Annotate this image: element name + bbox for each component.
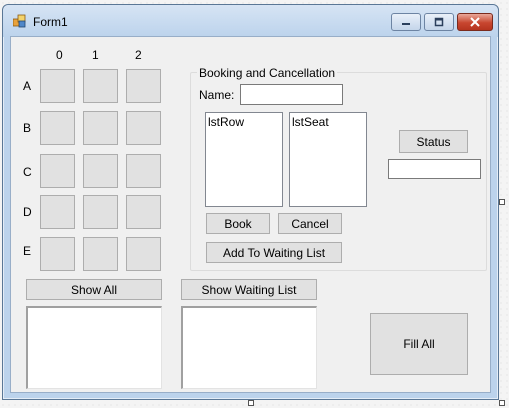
cancel-button[interactable]: Cancel	[278, 213, 342, 234]
app-icon	[13, 14, 26, 28]
row-listbox[interactable]: lstRow	[205, 112, 283, 207]
seat-e1-button[interactable]	[83, 237, 118, 271]
minimize-icon	[402, 23, 410, 25]
row-label-a: A	[23, 79, 32, 93]
name-input[interactable]	[240, 84, 343, 105]
seat-c2-button[interactable]	[126, 154, 161, 188]
show-waiting-list-button[interactable]: Show Waiting List	[181, 279, 317, 300]
close-button[interactable]	[457, 13, 493, 31]
seat-d2-button[interactable]	[126, 195, 161, 229]
status-output[interactable]	[388, 159, 481, 179]
seat-b2-button[interactable]	[126, 111, 161, 145]
seat-c1-button[interactable]	[83, 154, 118, 188]
show-all-output-box[interactable]	[26, 306, 162, 389]
column-label-2: 2	[135, 48, 142, 62]
row-listbox-item[interactable]: lstRow	[208, 115, 280, 129]
seat-b0-button[interactable]	[40, 111, 75, 145]
name-label: Name:	[199, 88, 235, 102]
seat-e0-button[interactable]	[40, 237, 75, 271]
resize-handle-corner[interactable]	[499, 400, 505, 406]
status-button[interactable]: Status	[399, 130, 468, 153]
restore-icon	[434, 17, 444, 27]
show-all-button[interactable]: Show All	[26, 279, 162, 300]
seat-d1-button[interactable]	[83, 195, 118, 229]
form-window: Form1 0 1 2 A B C D E Booking and Cancel…	[2, 4, 499, 400]
seat-listbox-item[interactable]: lstSeat	[292, 115, 364, 129]
form-client-area: 0 1 2 A B C D E Booking and Cancellation…	[10, 36, 491, 393]
seat-a2-button[interactable]	[126, 69, 161, 103]
restore-button[interactable]	[424, 13, 454, 31]
seat-listbox[interactable]: lstSeat	[289, 112, 367, 207]
booking-group-caption: Booking and Cancellation	[197, 66, 338, 80]
resize-handle-bottom[interactable]	[248, 400, 254, 406]
seat-b1-button[interactable]	[83, 111, 118, 145]
seat-a1-button[interactable]	[83, 69, 118, 103]
book-button[interactable]: Book	[206, 213, 270, 234]
waiting-list-output-box[interactable]	[181, 306, 317, 389]
seat-e2-button[interactable]	[126, 237, 161, 271]
fill-all-button[interactable]: Fill All	[370, 313, 468, 375]
row-label-e: E	[23, 244, 32, 258]
window-title: Form1	[33, 15, 68, 29]
row-label-d: D	[23, 205, 32, 219]
close-icon	[470, 17, 480, 27]
seat-a0-button[interactable]	[40, 69, 75, 103]
seat-d0-button[interactable]	[40, 195, 75, 229]
column-label-1: 1	[92, 48, 99, 62]
row-label-c: C	[23, 165, 32, 179]
row-label-b: B	[23, 121, 32, 135]
column-label-0: 0	[56, 48, 63, 62]
seat-c0-button[interactable]	[40, 154, 75, 188]
minimize-button[interactable]	[391, 13, 421, 31]
add-to-waiting-list-button[interactable]: Add To Waiting List	[206, 242, 342, 263]
title-bar: Form1	[3, 5, 498, 37]
resize-handle-right[interactable]	[499, 199, 505, 205]
